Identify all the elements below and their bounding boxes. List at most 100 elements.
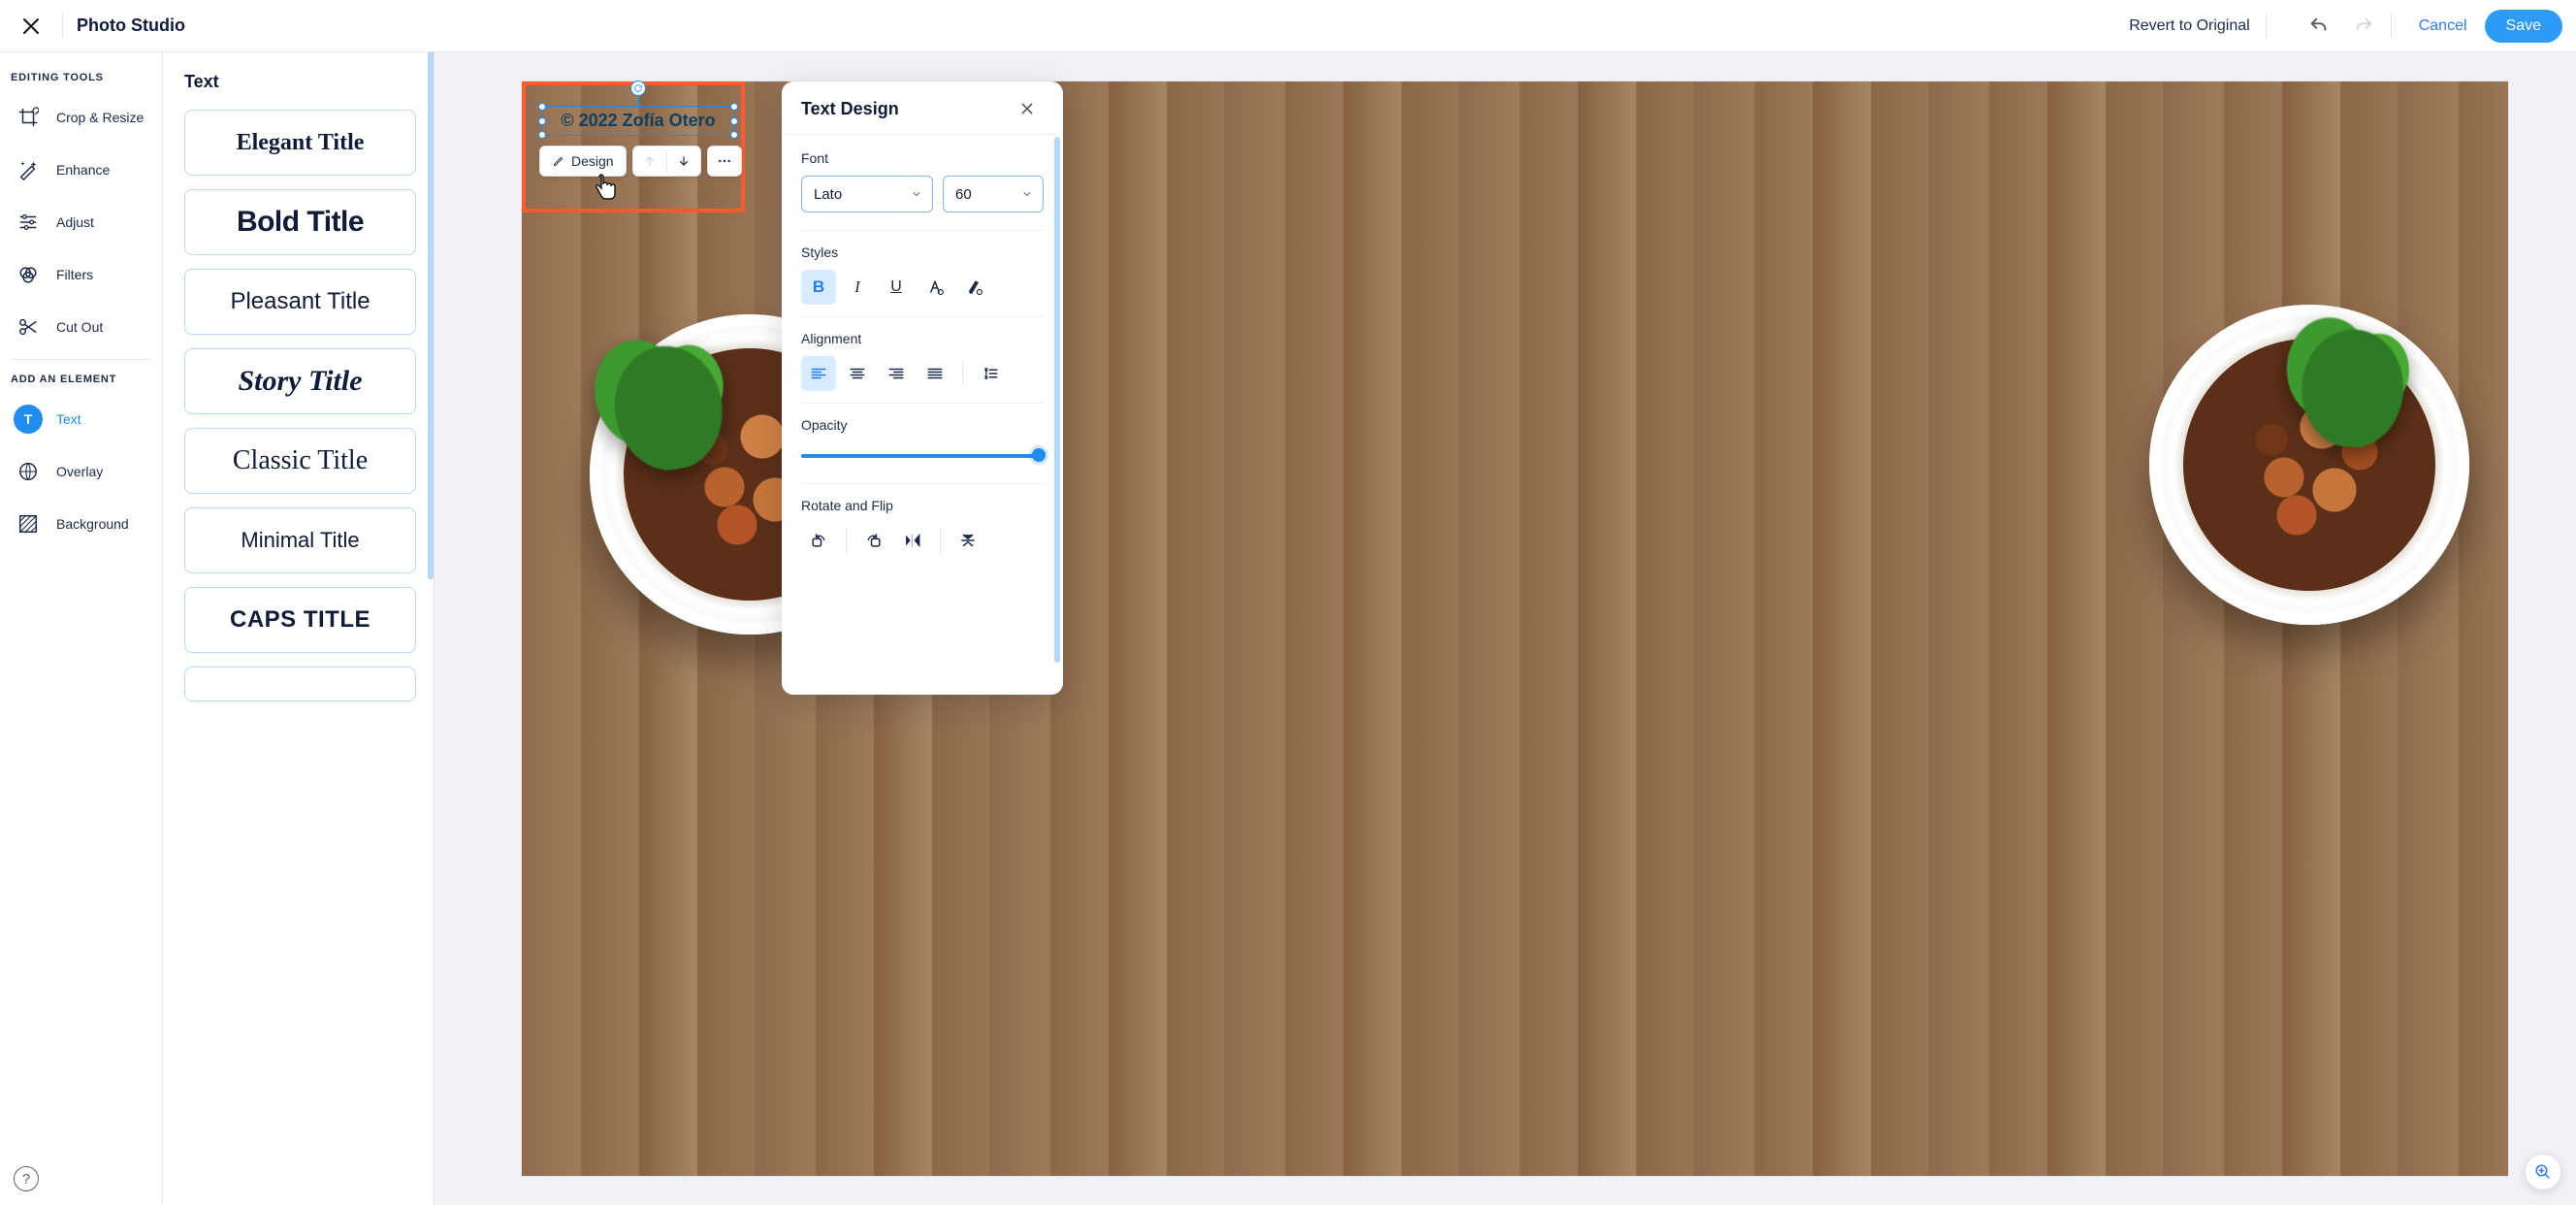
flip-horizontal-icon [903,531,922,550]
tool-adjust[interactable]: Adjust [0,196,162,248]
preset-bold-title[interactable]: Bold Title [184,189,416,255]
save-button[interactable]: Save [2485,10,2562,43]
align-justify-icon [926,365,944,382]
resize-handle[interactable] [538,103,546,111]
text-element[interactable]: © 2022 Zofía Otero [541,106,735,136]
overlay-icon [14,457,43,486]
bold-button[interactable]: B [801,270,836,305]
help-button[interactable]: ? [14,1166,39,1191]
text-design-panel: Text Design Font Lato 60 [782,81,1063,695]
alignment-label: Alignment [801,331,1044,346]
redo-icon [2353,16,2374,37]
zoom-in-icon [2534,1163,2552,1181]
divider [2266,13,2267,40]
resize-handle[interactable] [730,103,738,111]
rotate-right-icon [864,531,884,550]
tool-label: Overlay [56,464,103,479]
background-icon [14,509,43,538]
slider-thumb[interactable] [1032,448,1046,462]
preset-label: CAPS TITLE [230,606,370,634]
app-title: Photo Studio [77,16,185,36]
tool-label: Enhance [56,162,110,178]
more-options-button[interactable] [707,146,742,177]
underline-button[interactable]: U [879,270,914,305]
resize-handle[interactable] [538,131,546,139]
undo-button[interactable] [2302,9,2336,44]
align-left-button[interactable] [801,356,836,391]
font-label: Font [801,150,1044,166]
tool-overlay[interactable]: Overlay [0,445,162,498]
preset-minimal-title[interactable]: Minimal Title [184,507,416,573]
flip-horizontal-button[interactable] [895,523,930,558]
rotate-left-button[interactable] [801,523,836,558]
styles-label: Styles [801,244,1044,260]
rotate-left-icon [809,531,828,550]
tool-background[interactable]: Background [0,498,162,550]
opacity-slider[interactable] [801,446,1044,466]
divider [801,316,1044,317]
cutout-icon [14,312,43,342]
design-label: Design [571,153,614,169]
cancel-button[interactable]: Cancel [2419,17,2467,35]
text-presets-panel: Text Elegant Title Bold Title Pleasant T… [163,52,435,1205]
scrollbar[interactable] [1054,137,1060,663]
tool-label: Adjust [56,214,94,230]
panel-heading: Text [184,72,416,92]
slider-fill [801,454,1044,458]
text-color-button[interactable] [918,270,952,305]
italic-button[interactable]: I [840,270,875,305]
divider [940,528,941,553]
tool-cut-out[interactable]: Cut Out [0,301,162,353]
font-family-select[interactable]: Lato [801,176,933,212]
divider [801,403,1044,404]
divider [801,230,1044,231]
close-button[interactable] [14,9,48,44]
design-button[interactable]: Design [539,146,627,177]
preset-pleasant-title[interactable]: Pleasant Title [184,269,416,335]
size-value: 60 [955,186,972,203]
font-size-select[interactable]: 60 [943,176,1044,212]
tool-enhance[interactable]: Enhance [0,144,162,196]
preset-more[interactable] [184,667,416,701]
align-right-button[interactable] [879,356,914,391]
rotate-right-button[interactable] [856,523,891,558]
tool-filters[interactable]: Filters [0,248,162,301]
resize-handle[interactable] [730,131,738,139]
preset-label: Pleasant Title [230,288,370,315]
close-panel-button[interactable] [1020,97,1044,120]
line-spacing-button[interactable] [973,356,1008,391]
floating-toolbar: Design [539,146,742,177]
preset-elegant-title[interactable]: Elegant Title [184,110,416,176]
rotate-handle[interactable] [630,81,646,96]
text-content[interactable]: © 2022 Zofía Otero [561,111,715,130]
align-center-button[interactable] [840,356,875,391]
preset-caps-title[interactable]: CAPS TITLE [184,587,416,653]
revert-button[interactable]: Revert to Original [2129,17,2250,35]
chevron-down-icon [911,188,922,200]
resize-handle[interactable] [538,117,546,125]
highlight-color-button[interactable] [956,270,991,305]
divider [2391,13,2392,40]
preset-classic-title[interactable]: Classic Title [184,428,416,494]
scrollbar[interactable] [428,52,434,579]
resize-handle[interactable] [730,117,738,125]
flip-vertical-button[interactable] [950,523,985,558]
preset-label: Classic Title [233,445,368,476]
canvas[interactable]: © 2022 Zofía Otero Design [435,52,2576,1205]
tool-crop-resize[interactable]: Crop & Resize [0,91,162,144]
font-value: Lato [814,186,842,203]
opacity-label: Opacity [801,417,1044,433]
more-icon [717,153,732,169]
preset-label: Minimal Title [241,528,359,553]
close-icon [1020,102,1034,115]
flip-vertical-icon [958,531,978,550]
preset-story-title[interactable]: Story Title [184,348,416,414]
tool-text[interactable]: T Text [0,393,162,445]
basil-leaf [2267,313,2439,451]
preset-label: Bold Title [237,206,364,239]
filters-icon [14,260,43,289]
send-backward-button[interactable] [667,146,700,177]
align-justify-button[interactable] [918,356,952,391]
enhance-icon [14,155,43,184]
zoom-button[interactable] [2526,1155,2560,1189]
